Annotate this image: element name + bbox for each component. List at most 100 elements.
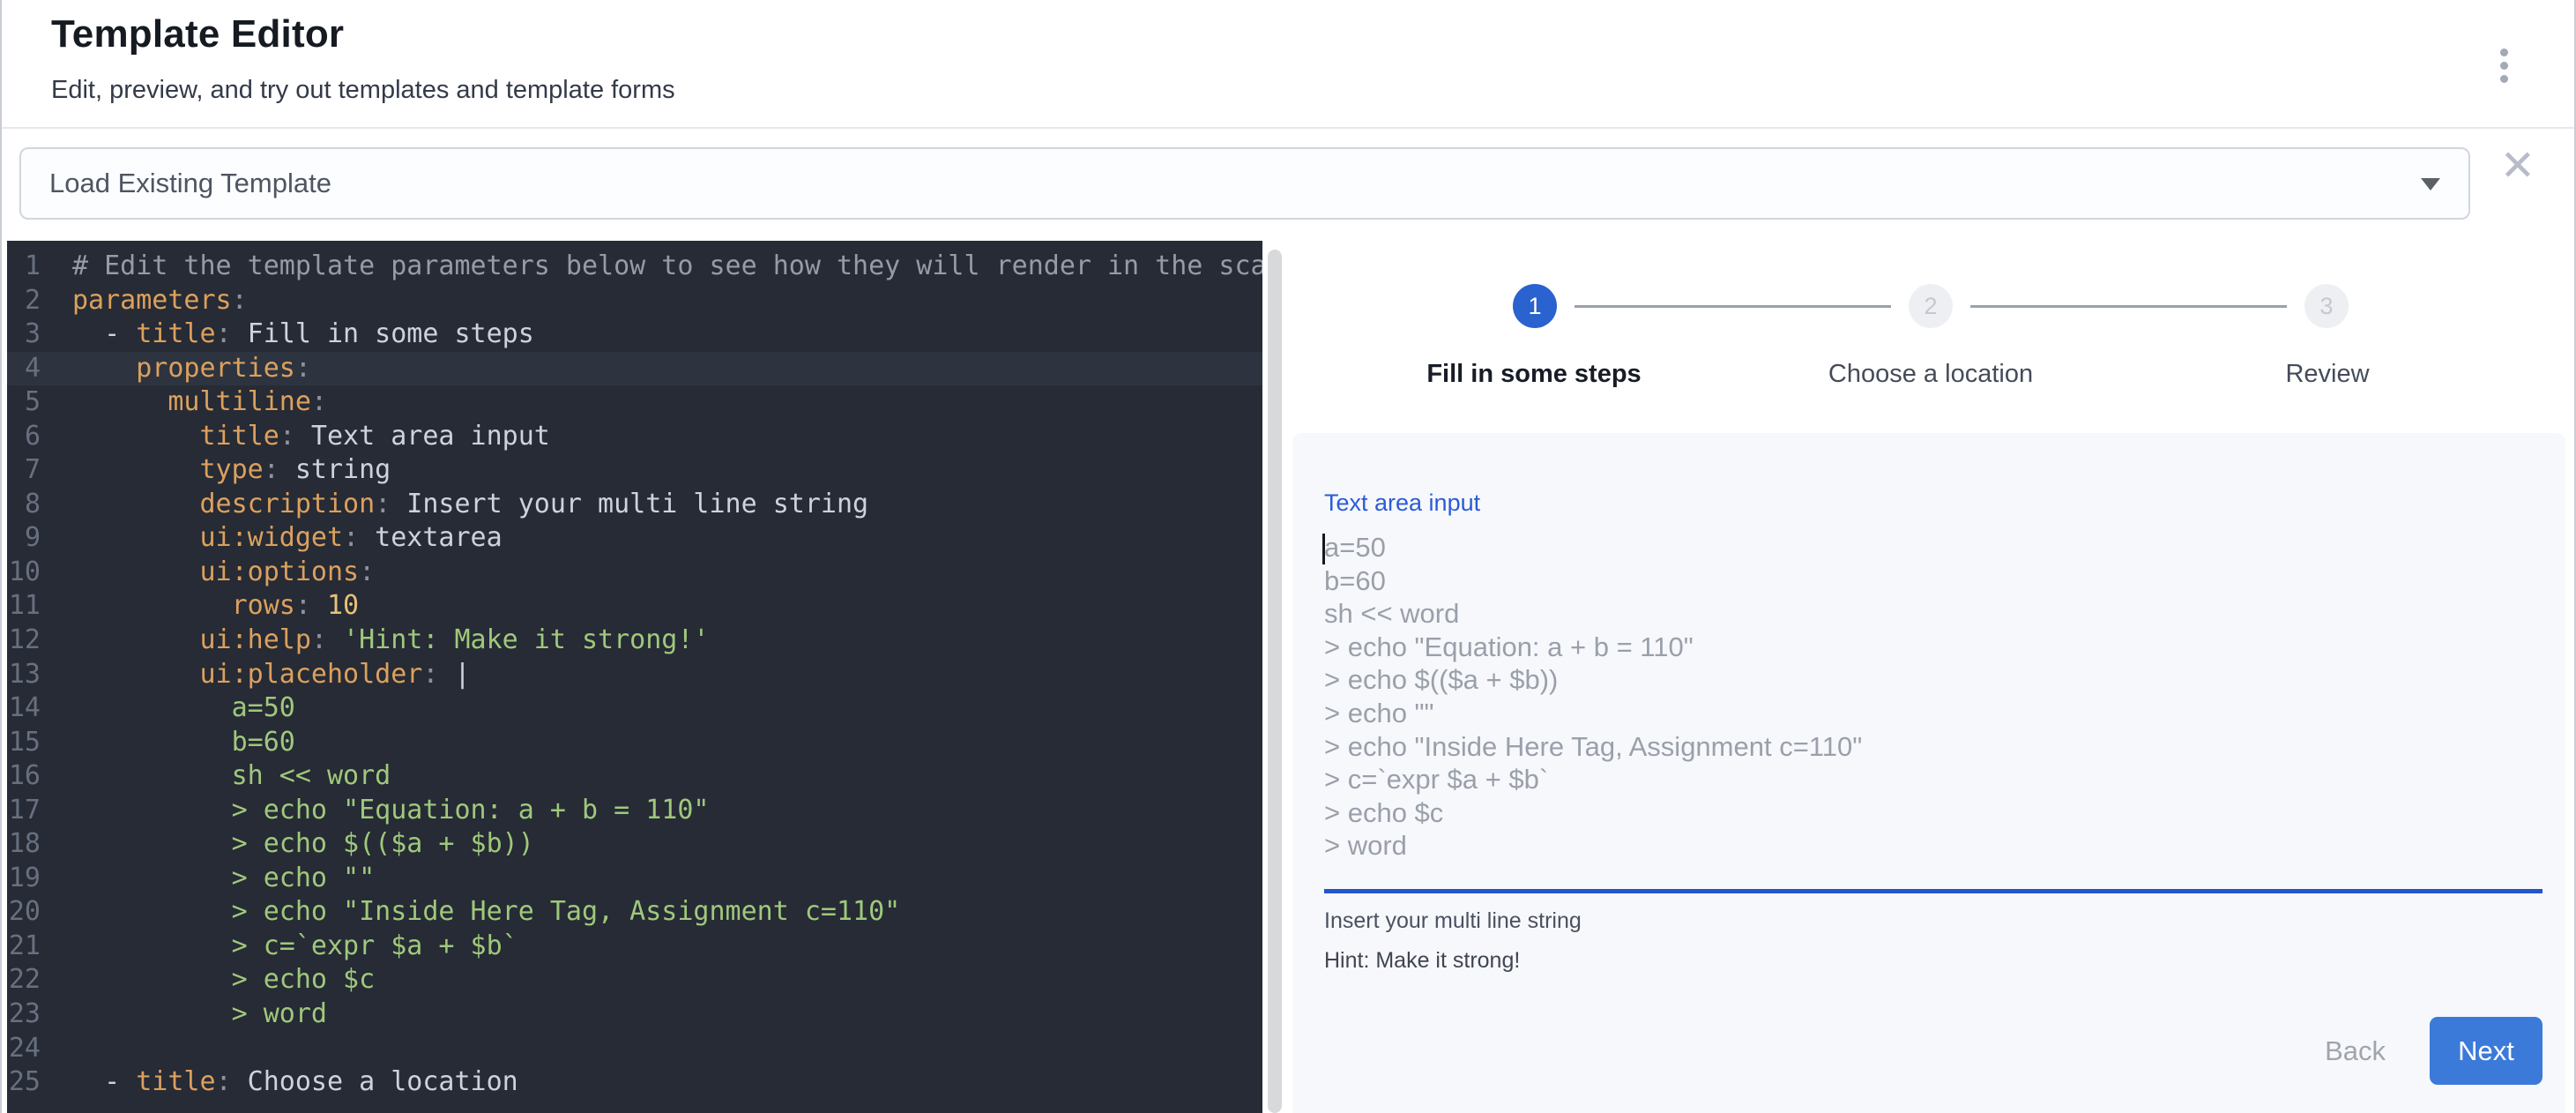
code-line: 13 ui:placeholder: | bbox=[7, 658, 1262, 692]
code-line: 3 - title: Fill in some steps bbox=[7, 317, 1262, 352]
textarea-focus-underline bbox=[1324, 889, 2542, 893]
code-line: 1# Edit the template parameters below to… bbox=[7, 250, 1262, 284]
textarea-placeholder-line: > echo $(($a + $b)) bbox=[1324, 663, 2542, 697]
textarea-placeholder-line: > echo "Inside Here Tag, Assignment c=11… bbox=[1324, 730, 2542, 764]
line-number: 4 bbox=[7, 352, 41, 386]
close-icon[interactable]: ✕ bbox=[2500, 145, 2535, 187]
line-number: 2 bbox=[7, 284, 41, 318]
wizard-actions: Back Next bbox=[2302, 1017, 2542, 1085]
code-text bbox=[41, 1032, 72, 1066]
line-number: 22 bbox=[7, 963, 41, 997]
line-number: 24 bbox=[7, 1032, 41, 1066]
page-title: Template Editor bbox=[51, 12, 344, 56]
line-number: 10 bbox=[7, 556, 41, 590]
chevron-down-icon[interactable] bbox=[2421, 178, 2440, 190]
line-number: 25 bbox=[7, 1065, 41, 1100]
code-line: 22 > echo $c bbox=[7, 963, 1262, 997]
yaml-code-editor[interactable]: 1# Edit the template parameters below to… bbox=[7, 241, 1262, 1113]
line-number: 20 bbox=[7, 895, 41, 930]
code-line: 21 > c=`expr $a + $b` bbox=[7, 930, 1262, 964]
textarea-placeholder-line: > echo "Equation: a + b = 110" bbox=[1324, 631, 2542, 664]
load-existing-template-select[interactable]: Load Existing Template bbox=[19, 147, 2470, 220]
code-line: 24 bbox=[7, 1032, 1262, 1066]
code-line: 14 a=50 bbox=[7, 691, 1262, 726]
code-text: > echo "Inside Here Tag, Assignment c=11… bbox=[41, 895, 900, 930]
code-line: 10 ui:options: bbox=[7, 556, 1262, 590]
code-line: 5 multiline: bbox=[7, 385, 1262, 420]
code-text: > echo "" bbox=[41, 862, 375, 896]
code-line: 19 > echo "" bbox=[7, 862, 1262, 896]
line-number: 11 bbox=[7, 589, 41, 624]
code-line: 25 - title: Choose a location bbox=[7, 1065, 1262, 1100]
code-line: 17 > echo "Equation: a + b = 110" bbox=[7, 794, 1262, 828]
code-line: 20 > echo "Inside Here Tag, Assignment c… bbox=[7, 895, 1262, 930]
code-text: > c=`expr $a + $b` bbox=[41, 930, 518, 964]
page-header: Template Editor Edit, preview, and try o… bbox=[2, 0, 2574, 129]
kebab-menu-icon[interactable] bbox=[2484, 42, 2523, 88]
page-subtitle: Edit, preview, and try out templates and… bbox=[51, 76, 675, 105]
line-number: 7 bbox=[7, 453, 41, 488]
main-split: 1# Edit the template parameters below to… bbox=[2, 241, 2574, 1113]
step-connector-line bbox=[1970, 305, 2287, 308]
code-line: 16 sh << word bbox=[7, 759, 1262, 794]
code-line: 7 type: string bbox=[7, 453, 1262, 488]
code-line: 12 ui:help: 'Hint: Make it strong!' bbox=[7, 624, 1262, 658]
code-line: 18 > echo $(($a + $b)) bbox=[7, 827, 1262, 862]
line-number: 3 bbox=[7, 317, 41, 352]
textarea-placeholder-line: b=60 bbox=[1324, 564, 2542, 598]
select-placeholder-text: Load Existing Template bbox=[49, 149, 331, 218]
code-text: - title: Choose a location bbox=[41, 1065, 518, 1100]
step-label: Review bbox=[2129, 360, 2526, 389]
step-label: Fill in some steps bbox=[1336, 360, 1732, 389]
load-template-row: Load Existing Template ✕ bbox=[2, 129, 2574, 241]
code-text: > echo $c bbox=[41, 963, 375, 997]
textarea-placeholder-line: > echo "" bbox=[1324, 697, 2542, 730]
code-text: rows: 10 bbox=[41, 589, 359, 624]
code-line: 4 properties: bbox=[7, 352, 1262, 386]
code-text: ui:options: bbox=[41, 556, 375, 590]
line-number: 18 bbox=[7, 827, 41, 862]
code-text: - title: Fill in some steps bbox=[41, 317, 534, 352]
textarea-placeholder-line: > c=`expr $a + $b` bbox=[1324, 763, 2542, 796]
line-number: 1 bbox=[7, 250, 41, 284]
code-text: properties: bbox=[41, 352, 311, 386]
line-number: 5 bbox=[7, 385, 41, 420]
field-description: Insert your multi line string bbox=[1324, 908, 2542, 934]
back-button[interactable]: Back bbox=[2302, 1020, 2408, 1083]
step-indicator-3: 3 bbox=[2304, 284, 2349, 328]
step-connector-line bbox=[1575, 305, 1891, 308]
stepper-labels: Fill in some stepsChoose a locationRevie… bbox=[1287, 360, 2574, 389]
multiline-textarea[interactable]: a=50b=60sh << word> echo "Equation: a + … bbox=[1324, 531, 2542, 863]
code-text: > word bbox=[41, 997, 327, 1032]
form-card: Text area input a=50b=60sh << word> echo… bbox=[1292, 433, 2565, 1113]
line-number: 14 bbox=[7, 691, 41, 726]
code-text: ui:placeholder: | bbox=[41, 658, 471, 692]
code-line: 9 ui:widget: textarea bbox=[7, 521, 1262, 556]
textarea-field-label: Text area input bbox=[1324, 489, 2542, 517]
editor-scrollbar-track bbox=[1262, 241, 1287, 1113]
textarea-placeholder-line: > echo $c bbox=[1324, 796, 2542, 830]
line-number: 12 bbox=[7, 624, 41, 658]
textarea-placeholder-line: sh << word bbox=[1324, 597, 2542, 631]
next-button[interactable]: Next bbox=[2430, 1017, 2542, 1085]
text-cursor bbox=[1322, 534, 1325, 564]
editor-wrap: 1# Edit the template parameters below to… bbox=[2, 241, 1262, 1113]
preview-panel: 123 Fill in some stepsChoose a locationR… bbox=[1287, 241, 2574, 1113]
line-number: 8 bbox=[7, 488, 41, 522]
code-text: ui:help: 'Hint: Make it strong!' bbox=[41, 624, 709, 658]
code-text: type: string bbox=[41, 453, 391, 488]
line-number: 9 bbox=[7, 521, 41, 556]
code-line: 23 > word bbox=[7, 997, 1262, 1032]
code-text: parameters: bbox=[41, 284, 248, 318]
code-text: b=60 bbox=[41, 726, 295, 760]
code-text: description: Insert your multi line stri… bbox=[41, 488, 868, 522]
code-line: 6 title: Text area input bbox=[7, 420, 1262, 454]
textarea-placeholder-line: > word bbox=[1324, 829, 2542, 863]
code-text: # Edit the template parameters below to … bbox=[41, 250, 1262, 284]
line-number: 21 bbox=[7, 930, 41, 964]
stepper: 123 bbox=[1287, 284, 2574, 328]
editor-scrollbar-thumb[interactable] bbox=[1268, 250, 1282, 1113]
step-label: Choose a location bbox=[1732, 360, 2129, 389]
line-number: 17 bbox=[7, 794, 41, 828]
code-text: > echo "Equation: a + b = 110" bbox=[41, 794, 709, 828]
